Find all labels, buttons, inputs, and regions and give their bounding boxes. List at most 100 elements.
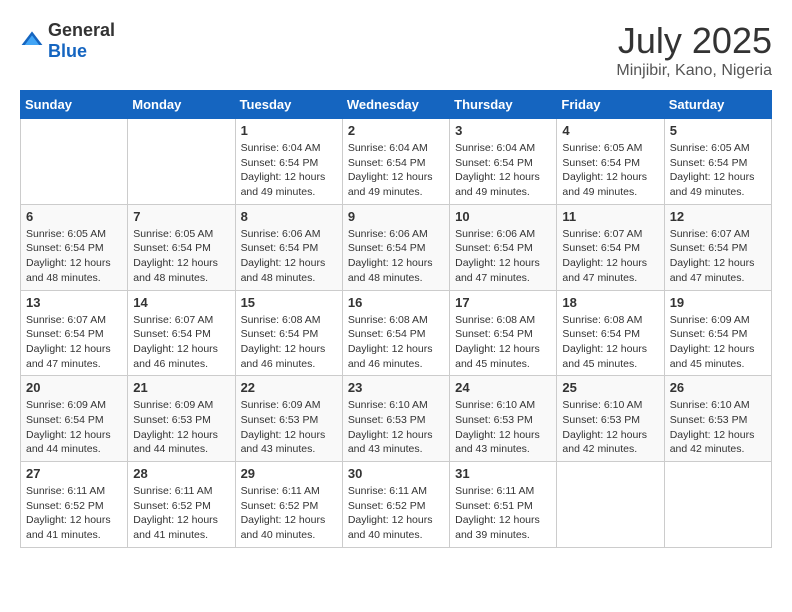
- day-cell: 7 Sunrise: 6:05 AMSunset: 6:54 PMDaylight…: [128, 204, 235, 290]
- weekday-header-monday: Monday: [128, 91, 235, 119]
- logo-text-blue: Blue: [48, 41, 87, 61]
- day-info: Sunrise: 6:11 AMSunset: 6:52 PMDaylight:…: [133, 484, 229, 543]
- location-title: Minjibir, Kano, Nigeria: [616, 62, 772, 80]
- day-number: 27: [26, 466, 122, 481]
- day-info: Sunrise: 6:05 AMSunset: 6:54 PMDaylight:…: [562, 141, 658, 200]
- day-number: 10: [455, 209, 551, 224]
- day-info: Sunrise: 6:09 AMSunset: 6:54 PMDaylight:…: [670, 313, 766, 372]
- day-info: Sunrise: 6:11 AMSunset: 6:52 PMDaylight:…: [348, 484, 444, 543]
- day-cell: 27 Sunrise: 6:11 AMSunset: 6:52 PMDayligh…: [21, 462, 128, 548]
- day-number: 8: [241, 209, 337, 224]
- day-cell: 30 Sunrise: 6:11 AMSunset: 6:52 PMDayligh…: [342, 462, 449, 548]
- weekday-header-saturday: Saturday: [664, 91, 771, 119]
- day-cell: 14 Sunrise: 6:07 AMSunset: 6:54 PMDayligh…: [128, 290, 235, 376]
- day-info: Sunrise: 6:07 AMSunset: 6:54 PMDaylight:…: [670, 227, 766, 286]
- day-cell: 3 Sunrise: 6:04 AMSunset: 6:54 PMDaylight…: [450, 119, 557, 205]
- day-cell: 5 Sunrise: 6:05 AMSunset: 6:54 PMDaylight…: [664, 119, 771, 205]
- day-info: Sunrise: 6:08 AMSunset: 6:54 PMDaylight:…: [348, 313, 444, 372]
- day-info: Sunrise: 6:10 AMSunset: 6:53 PMDaylight:…: [348, 398, 444, 457]
- day-cell: 9 Sunrise: 6:06 AMSunset: 6:54 PMDaylight…: [342, 204, 449, 290]
- weekday-header-wednesday: Wednesday: [342, 91, 449, 119]
- day-number: 17: [455, 295, 551, 310]
- day-number: 22: [241, 380, 337, 395]
- day-number: 25: [562, 380, 658, 395]
- day-cell: 13 Sunrise: 6:07 AMSunset: 6:54 PMDayligh…: [21, 290, 128, 376]
- day-info: Sunrise: 6:09 AMSunset: 6:53 PMDaylight:…: [241, 398, 337, 457]
- day-info: Sunrise: 6:10 AMSunset: 6:53 PMDaylight:…: [455, 398, 551, 457]
- day-cell: 8Sunrise: 6:06 AMSunset: 6:54 PMDaylight…: [235, 204, 342, 290]
- day-info: Sunrise: 6:07 AMSunset: 6:54 PMDaylight:…: [26, 313, 122, 372]
- weekday-header-friday: Friday: [557, 91, 664, 119]
- day-number: 4: [562, 123, 658, 138]
- day-cell: 24 Sunrise: 6:10 AMSunset: 6:53 PMDayligh…: [450, 376, 557, 462]
- day-number: 6: [26, 209, 122, 224]
- day-cell: 28 Sunrise: 6:11 AMSunset: 6:52 PMDayligh…: [128, 462, 235, 548]
- week-row-4: 20Sunrise: 6:09 AMSunset: 6:54 PMDayligh…: [21, 376, 772, 462]
- day-cell: 18 Sunrise: 6:08 AMSunset: 6:54 PMDayligh…: [557, 290, 664, 376]
- day-number: 15: [241, 295, 337, 310]
- day-cell: [21, 119, 128, 205]
- day-number: 9: [348, 209, 444, 224]
- day-cell: 25 Sunrise: 6:10 AMSunset: 6:53 PMDayligh…: [557, 376, 664, 462]
- day-cell: 26 Sunrise: 6:10 AMSunset: 6:53 PMDayligh…: [664, 376, 771, 462]
- week-row-2: 6 Sunrise: 6:05 AMSunset: 6:54 PMDaylight…: [21, 204, 772, 290]
- logo-text-general: General: [48, 20, 115, 40]
- day-cell: 19Sunrise: 6:09 AMSunset: 6:54 PMDayligh…: [664, 290, 771, 376]
- day-cell: [128, 119, 235, 205]
- day-cell: 16Sunrise: 6:08 AMSunset: 6:54 PMDayligh…: [342, 290, 449, 376]
- day-info: Sunrise: 6:06 AMSunset: 6:54 PMDaylight:…: [348, 227, 444, 286]
- day-number: 13: [26, 295, 122, 310]
- day-info: Sunrise: 6:04 AMSunset: 6:54 PMDaylight:…: [241, 141, 337, 200]
- day-info: Sunrise: 6:07 AMSunset: 6:54 PMDaylight:…: [562, 227, 658, 286]
- calendar: SundayMondayTuesdayWednesdayThursdayFrid…: [20, 90, 772, 548]
- weekday-header-thursday: Thursday: [450, 91, 557, 119]
- day-number: 26: [670, 380, 766, 395]
- day-info: Sunrise: 6:08 AMSunset: 6:54 PMDaylight:…: [562, 313, 658, 372]
- day-info: Sunrise: 6:08 AMSunset: 6:54 PMDaylight:…: [455, 313, 551, 372]
- day-cell: 2 Sunrise: 6:04 AMSunset: 6:54 PMDaylight…: [342, 119, 449, 205]
- day-cell: 15Sunrise: 6:08 AMSunset: 6:54 PMDayligh…: [235, 290, 342, 376]
- day-cell: [664, 462, 771, 548]
- day-info: Sunrise: 6:10 AMSunset: 6:53 PMDaylight:…: [670, 398, 766, 457]
- day-number: 12: [670, 209, 766, 224]
- day-cell: 12 Sunrise: 6:07 AMSunset: 6:54 PMDayligh…: [664, 204, 771, 290]
- day-cell: 31Sunrise: 6:11 AMSunset: 6:51 PMDayligh…: [450, 462, 557, 548]
- logo-icon: [20, 29, 44, 53]
- day-number: 31: [455, 466, 551, 481]
- day-info: Sunrise: 6:05 AMSunset: 6:54 PMDaylight:…: [670, 141, 766, 200]
- weekday-header-row: SundayMondayTuesdayWednesdayThursdayFrid…: [21, 91, 772, 119]
- logo: General Blue: [20, 20, 115, 62]
- day-number: 30: [348, 466, 444, 481]
- day-info: Sunrise: 6:05 AMSunset: 6:54 PMDaylight:…: [133, 227, 229, 286]
- day-number: 14: [133, 295, 229, 310]
- day-number: 24: [455, 380, 551, 395]
- day-number: 28: [133, 466, 229, 481]
- day-number: 1: [241, 123, 337, 138]
- day-info: Sunrise: 6:09 AMSunset: 6:53 PMDaylight:…: [133, 398, 229, 457]
- day-number: 18: [562, 295, 658, 310]
- day-cell: 20Sunrise: 6:09 AMSunset: 6:54 PMDayligh…: [21, 376, 128, 462]
- day-cell: 6 Sunrise: 6:05 AMSunset: 6:54 PMDaylight…: [21, 204, 128, 290]
- day-info: Sunrise: 6:06 AMSunset: 6:54 PMDaylight:…: [455, 227, 551, 286]
- day-cell: 11 Sunrise: 6:07 AMSunset: 6:54 PMDayligh…: [557, 204, 664, 290]
- day-number: 11: [562, 209, 658, 224]
- day-cell: 23 Sunrise: 6:10 AMSunset: 6:53 PMDayligh…: [342, 376, 449, 462]
- day-info: Sunrise: 6:11 AMSunset: 6:52 PMDaylight:…: [26, 484, 122, 543]
- day-number: 5: [670, 123, 766, 138]
- day-cell: 4 Sunrise: 6:05 AMSunset: 6:54 PMDaylight…: [557, 119, 664, 205]
- day-number: 23: [348, 380, 444, 395]
- day-number: 2: [348, 123, 444, 138]
- page-header: General Blue July 2025 Minjibir, Kano, N…: [20, 20, 772, 80]
- day-number: 7: [133, 209, 229, 224]
- weekday-header-sunday: Sunday: [21, 91, 128, 119]
- day-number: 21: [133, 380, 229, 395]
- day-info: Sunrise: 6:05 AMSunset: 6:54 PMDaylight:…: [26, 227, 122, 286]
- month-title: July 2025: [616, 20, 772, 62]
- day-cell: 17 Sunrise: 6:08 AMSunset: 6:54 PMDayligh…: [450, 290, 557, 376]
- day-info: Sunrise: 6:04 AMSunset: 6:54 PMDaylight:…: [455, 141, 551, 200]
- day-number: 3: [455, 123, 551, 138]
- day-cell: 22 Sunrise: 6:09 AMSunset: 6:53 PMDayligh…: [235, 376, 342, 462]
- day-info: Sunrise: 6:07 AMSunset: 6:54 PMDaylight:…: [133, 313, 229, 372]
- day-info: Sunrise: 6:04 AMSunset: 6:54 PMDaylight:…: [348, 141, 444, 200]
- day-info: Sunrise: 6:10 AMSunset: 6:53 PMDaylight:…: [562, 398, 658, 457]
